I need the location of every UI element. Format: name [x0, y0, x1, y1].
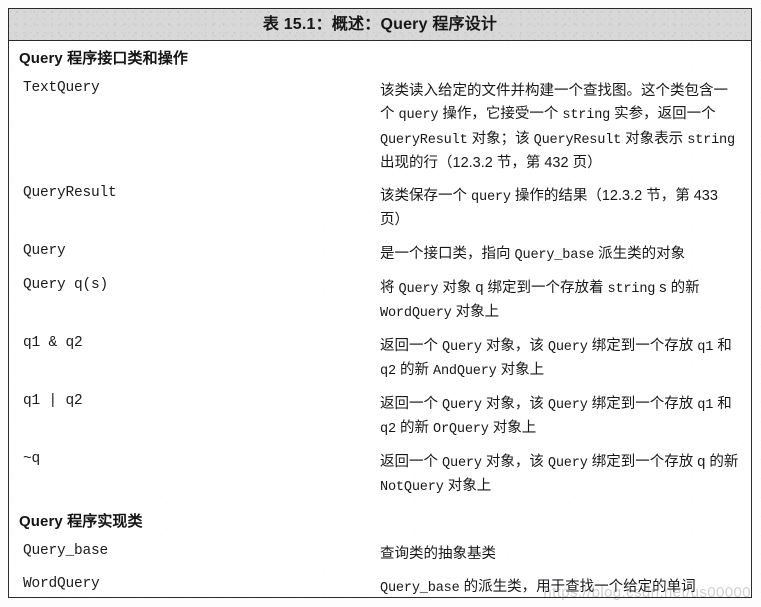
row-term: TextQuery — [23, 80, 100, 96]
table-row: q1 | q2 返回一个 Query 对象，该 Query 绑定到一个存放 q1 … — [9, 388, 751, 446]
row-description: Query_base 的派生类，用于查找一个给定的单词 — [380, 579, 696, 597]
code-token: AndQuery — [432, 363, 497, 379]
row-term: Query — [23, 242, 66, 259]
row-description: 返回一个 Query 对象，该 Query 绑定到一个存放 q1 和 q2 的新… — [380, 337, 732, 379]
table-row: Query 是一个接口类，指向 Query_base 派生类的对象 — [9, 238, 751, 272]
code-token: q1 — [697, 397, 714, 413]
code-token: QueryResult — [533, 132, 622, 148]
section-header-label: Query 程序接口类和操作 — [19, 50, 188, 67]
row-description: 查询类的抽象基类 — [380, 545, 496, 562]
code-token: OrQuery — [432, 421, 489, 437]
row-term: Query q(s) — [23, 276, 109, 293]
code-token: q2 — [380, 363, 396, 379]
row-description: 将 Query 对象 q 绑定到一个存放着 string s 的新 WordQu… — [380, 279, 700, 321]
code-token: string — [687, 132, 735, 148]
table-row: q1 & q2 返回一个 Query 对象，该 Query 绑定到一个存放 q1 … — [9, 330, 751, 388]
table-row: Query_base 查询类的抽象基类 — [9, 538, 751, 571]
table-row: WordQuery Query_base 的派生类，用于查找一个给定的单词 — [9, 571, 751, 597]
table-body: Query 程序接口类和操作 TextQuery 该类读入给定的文件并构建一个查找图… — [8, 41, 752, 598]
section-header-label: Query 程序实现类 — [19, 512, 143, 530]
code-token: Query_base — [380, 581, 460, 597]
row-description: 返回一个 Query 对象，该 Query 绑定到一个存放 q 的新 NotQu… — [380, 453, 739, 495]
row-term: Query_base — [23, 542, 109, 559]
code-token: QueryResult — [380, 132, 468, 148]
table-row: Query q(s) 将 Query 对象 q 绑定到一个存放着 string s… — [9, 272, 751, 330]
table-row: TextQuery 该类读入给定的文件并构建一个查找图。这个类包含一个 query… — [9, 75, 751, 180]
code-token: string — [607, 281, 656, 297]
code-token: WordQuery — [380, 305, 452, 321]
row-term: WordQuery — [23, 576, 100, 593]
row-term: q1 & q2 — [23, 334, 83, 351]
code-token: Query_base — [514, 247, 595, 263]
row-description: 返回一个 Query 对象，该 Query 绑定到一个存放 q1 和 q2 的新… — [380, 395, 732, 437]
row-term: q1 | q2 — [23, 392, 83, 409]
code-token: Query — [442, 397, 482, 413]
row-description: 是一个接口类，指向 Query_base 派生类的对象 — [380, 245, 686, 263]
code-token: q2 — [380, 421, 396, 437]
table-caption: 表 15.1：概述：Query 程序设计 — [8, 8, 752, 41]
code-token: string — [562, 108, 611, 124]
code-token: Query — [398, 281, 439, 297]
code-token: Query — [442, 339, 482, 355]
code-token: Query — [547, 455, 588, 471]
code-token: Query — [547, 339, 588, 355]
query-design-table: Query 程序接口类和操作 TextQuery 该类读入给定的文件并构建一个查找图… — [9, 41, 751, 597]
code-token: q1 — [697, 339, 714, 355]
document-page: 表 15.1：概述：Query 程序设计 Query 程序接口类和操作 TextQ… — [0, 0, 761, 607]
table-row: ~q 返回一个 Query 对象，该 Query 绑定到一个存放 q 的新 Not… — [9, 446, 751, 504]
code-token: query — [471, 190, 511, 205]
row-description: 该类读入给定的文件并构建一个查找图。这个类包含一个 query 操作，它接受一个… — [380, 83, 735, 171]
code-token: Query — [442, 455, 482, 471]
table-figure: 表 15.1：概述：Query 程序设计 Query 程序接口类和操作 TextQ… — [8, 8, 752, 598]
code-token: Query — [547, 397, 588, 413]
section-header-row: Query 程序接口类和操作 — [9, 41, 751, 75]
row-term: QueryResult — [23, 185, 117, 201]
code-token: query — [398, 108, 439, 124]
table-rows-container: Query 程序接口类和操作 TextQuery 该类读入给定的文件并构建一个查找图… — [9, 41, 751, 597]
code-token: NotQuery — [380, 479, 444, 495]
table-row: QueryResult 该类保存一个 query 操作的结果（12.3.2 节，第… — [9, 180, 751, 238]
row-term: ~q — [23, 450, 41, 467]
section-header-row: Query 程序实现类 — [9, 504, 751, 538]
row-description: 该类保存一个 query 操作的结果（12.3.2 节，第 433 页） — [380, 188, 718, 229]
